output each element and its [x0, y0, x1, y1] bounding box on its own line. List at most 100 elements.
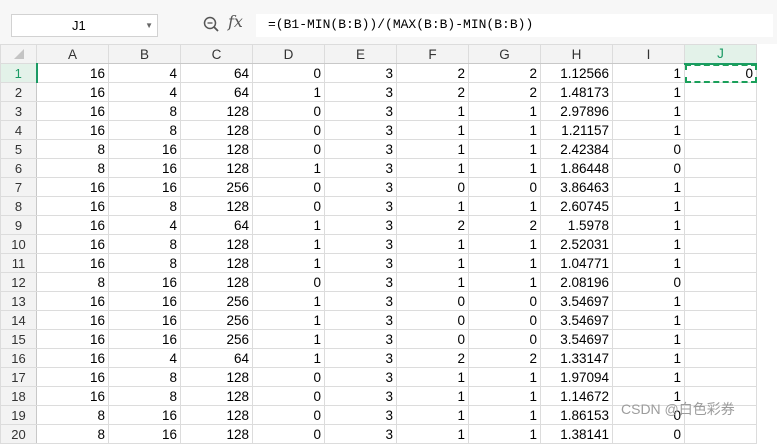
cell-g8[interactable]: 1 [468, 196, 541, 216]
cell-g20[interactable]: 1 [468, 424, 541, 444]
cell-f18[interactable]: 1 [396, 386, 469, 406]
cell-e10[interactable]: 3 [324, 234, 397, 254]
cell-j1[interactable]: 0 [684, 63, 757, 83]
cell-g18[interactable]: 1 [468, 386, 541, 406]
cell-e6[interactable]: 3 [324, 158, 397, 178]
cell-f12[interactable]: 1 [396, 272, 469, 292]
cell-a6[interactable]: 8 [36, 158, 109, 178]
cell-h13[interactable]: 3.54697 [540, 291, 613, 311]
column-header-d[interactable]: D [252, 44, 325, 64]
cell-f15[interactable]: 0 [396, 329, 469, 349]
cell-b5[interactable]: 16 [108, 139, 181, 159]
cell-h18[interactable]: 1.14672 [540, 386, 613, 406]
row-header[interactable]: 20 [0, 424, 37, 444]
cell-a12[interactable]: 8 [36, 272, 109, 292]
cell-f19[interactable]: 1 [396, 405, 469, 425]
cell-e3[interactable]: 3 [324, 101, 397, 121]
cell-i6[interactable]: 0 [612, 158, 685, 178]
cell-c1[interactable]: 64 [180, 63, 253, 83]
column-header-b[interactable]: B [108, 44, 181, 64]
row-header[interactable]: 16 [0, 348, 37, 368]
cell-d20[interactable]: 0 [252, 424, 325, 444]
cell-a11[interactable]: 16 [36, 253, 109, 273]
cell-i16[interactable]: 1 [612, 348, 685, 368]
cell-j10[interactable] [684, 234, 757, 254]
cell-i2[interactable]: 1 [612, 82, 685, 102]
cell-c12[interactable]: 128 [180, 272, 253, 292]
function-icon[interactable]: fx [228, 12, 243, 31]
cell-c16[interactable]: 64 [180, 348, 253, 368]
cell-e2[interactable]: 3 [324, 82, 397, 102]
cell-c13[interactable]: 256 [180, 291, 253, 311]
cell-h9[interactable]: 1.5978 [540, 215, 613, 235]
cell-f2[interactable]: 2 [396, 82, 469, 102]
cell-e1[interactable]: 3 [324, 63, 397, 83]
cell-d12[interactable]: 0 [252, 272, 325, 292]
cell-j12[interactable] [684, 272, 757, 292]
cell-d4[interactable]: 0 [252, 120, 325, 140]
cell-b2[interactable]: 4 [108, 82, 181, 102]
cell-i15[interactable]: 1 [612, 329, 685, 349]
cell-g1[interactable]: 2 [468, 63, 541, 83]
cell-e18[interactable]: 3 [324, 386, 397, 406]
cell-c9[interactable]: 64 [180, 215, 253, 235]
cell-a20[interactable]: 8 [36, 424, 109, 444]
cell-c15[interactable]: 256 [180, 329, 253, 349]
cell-i20[interactable]: 0 [612, 424, 685, 444]
row-header[interactable]: 7 [0, 177, 37, 197]
cell-g5[interactable]: 1 [468, 139, 541, 159]
cell-b17[interactable]: 8 [108, 367, 181, 387]
column-header-g[interactable]: G [468, 44, 541, 64]
cell-d3[interactable]: 0 [252, 101, 325, 121]
cell-i12[interactable]: 0 [612, 272, 685, 292]
cell-e9[interactable]: 3 [324, 215, 397, 235]
cell-i7[interactable]: 1 [612, 177, 685, 197]
cell-d15[interactable]: 1 [252, 329, 325, 349]
cell-f6[interactable]: 1 [396, 158, 469, 178]
cell-b3[interactable]: 8 [108, 101, 181, 121]
cell-b14[interactable]: 16 [108, 310, 181, 330]
cell-b19[interactable]: 16 [108, 405, 181, 425]
cell-a13[interactable]: 16 [36, 291, 109, 311]
cell-f10[interactable]: 1 [396, 234, 469, 254]
column-header-h[interactable]: H [540, 44, 613, 64]
cell-h3[interactable]: 2.97896 [540, 101, 613, 121]
cell-c3[interactable]: 128 [180, 101, 253, 121]
cell-g3[interactable]: 1 [468, 101, 541, 121]
cell-d2[interactable]: 1 [252, 82, 325, 102]
cell-b13[interactable]: 16 [108, 291, 181, 311]
cell-g11[interactable]: 1 [468, 253, 541, 273]
cell-b18[interactable]: 8 [108, 386, 181, 406]
cell-a10[interactable]: 16 [36, 234, 109, 254]
cell-c17[interactable]: 128 [180, 367, 253, 387]
cell-i17[interactable]: 1 [612, 367, 685, 387]
cell-d6[interactable]: 1 [252, 158, 325, 178]
cell-g15[interactable]: 0 [468, 329, 541, 349]
cell-g14[interactable]: 0 [468, 310, 541, 330]
cell-c11[interactable]: 128 [180, 253, 253, 273]
cell-h7[interactable]: 3.86463 [540, 177, 613, 197]
cell-g13[interactable]: 0 [468, 291, 541, 311]
row-header[interactable]: 13 [0, 291, 37, 311]
cell-b8[interactable]: 8 [108, 196, 181, 216]
cell-j20[interactable] [684, 424, 757, 444]
cell-c5[interactable]: 128 [180, 139, 253, 159]
cell-a3[interactable]: 16 [36, 101, 109, 121]
cell-g7[interactable]: 0 [468, 177, 541, 197]
zoom-icon[interactable] [202, 14, 220, 34]
cell-g17[interactable]: 1 [468, 367, 541, 387]
cell-g19[interactable]: 1 [468, 405, 541, 425]
cell-f7[interactable]: 0 [396, 177, 469, 197]
cell-a2[interactable]: 16 [36, 82, 109, 102]
cell-b9[interactable]: 4 [108, 215, 181, 235]
cell-a8[interactable]: 16 [36, 196, 109, 216]
cell-f3[interactable]: 1 [396, 101, 469, 121]
cell-a16[interactable]: 16 [36, 348, 109, 368]
row-header[interactable]: 18 [0, 386, 37, 406]
column-header-e[interactable]: E [324, 44, 397, 64]
cell-b12[interactable]: 16 [108, 272, 181, 292]
row-header[interactable]: 12 [0, 272, 37, 292]
cell-d5[interactable]: 0 [252, 139, 325, 159]
row-header[interactable]: 8 [0, 196, 37, 216]
cell-e8[interactable]: 3 [324, 196, 397, 216]
